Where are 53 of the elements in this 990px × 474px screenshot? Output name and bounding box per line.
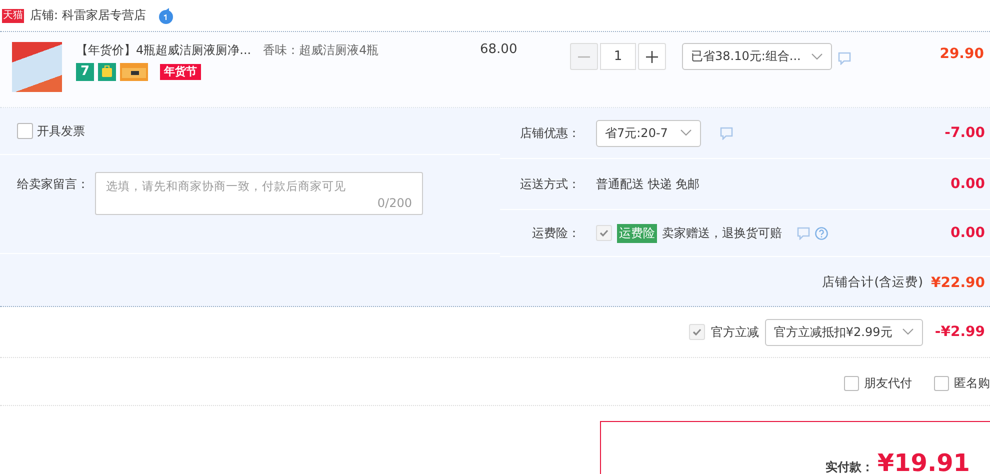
discount-dropdown[interactable]: 省7元:20-7 (596, 120, 701, 146)
item-total: 29.90 (940, 46, 984, 62)
placeholder-text: 选填，请先和商家协商一致，付款后商家可见 (106, 179, 347, 194)
chat-bubble-icon (158, 8, 174, 24)
character-counter: 0/200 (377, 196, 412, 210)
fee-label: 运送方式： (519, 176, 580, 192)
caret-icon (680, 129, 692, 137)
quantity-field[interactable]: 1 (600, 43, 636, 70)
message-icon (720, 126, 733, 140)
shop-total-label: 店铺合计(含运费) (822, 274, 923, 291)
checkmark-icon (692, 327, 702, 337)
checkbox[interactable] (17, 123, 33, 139)
unit-price: 68.00 (480, 42, 518, 57)
caret-icon (811, 52, 823, 60)
plus-icon (646, 50, 658, 62)
fee-amount: 0.00 (950, 176, 985, 192)
message-label: 给卖家留言： (17, 176, 89, 193)
festival-badge: 年货节 (160, 64, 201, 80)
card-icon (120, 63, 148, 81)
invoice-label: 开具发票 (37, 122, 85, 140)
fee-amount: 0.00 (950, 225, 985, 241)
product-title[interactable]: 【年货价】4瓶超威洁厕液厕净... (76, 42, 252, 59)
insurance-text: 卖家赠送，退换货可赔 (662, 224, 782, 242)
checkbox[interactable] (934, 376, 949, 391)
fee-label: 店铺优惠： (519, 124, 580, 142)
fee-label: 运费险： (531, 224, 580, 242)
insurance-tag: 运费险 (617, 224, 657, 242)
caret-icon (902, 328, 914, 336)
plus-button[interactable] (638, 43, 666, 70)
checkbox[interactable] (596, 225, 612, 241)
checkbox[interactable] (844, 376, 859, 391)
shop-total-amount: ¥22.90 (930, 274, 985, 290)
checkmark-icon (599, 228, 609, 238)
help-icon (815, 226, 828, 240)
official-discount-label: 官方立减 (710, 324, 759, 340)
payment-amount: ¥19.91 (877, 450, 970, 474)
sku-text: 香味：超威洁厕液4瓶 (263, 42, 379, 59)
service-badge: 7 (76, 63, 94, 81)
store-badge: 天猫 (2, 8, 24, 22)
payment-label: 实付款： (825, 459, 874, 474)
official-discount-dropdown[interactable]: 官方立减抵扣¥2.99元 (764, 318, 923, 346)
option-label: 朋友代付 (864, 375, 912, 392)
option-label: 匿名购 (954, 375, 990, 392)
shop-name[interactable]: 店铺: 科雷家居专营店 (30, 7, 146, 24)
shipping-method: 普通配送 快递 免邮 (596, 176, 700, 192)
photo-placeholder (12, 42, 62, 92)
checkbox[interactable] (688, 324, 705, 340)
message-icon (797, 226, 810, 240)
bag-icon (98, 63, 116, 81)
message-icon (838, 52, 851, 65)
official-discount-amount: -¥2.99 (934, 324, 985, 340)
promo-dropdown[interactable]: 已省38.10元:组合... (682, 43, 832, 70)
fee-amount: -7.00 (944, 125, 985, 141)
